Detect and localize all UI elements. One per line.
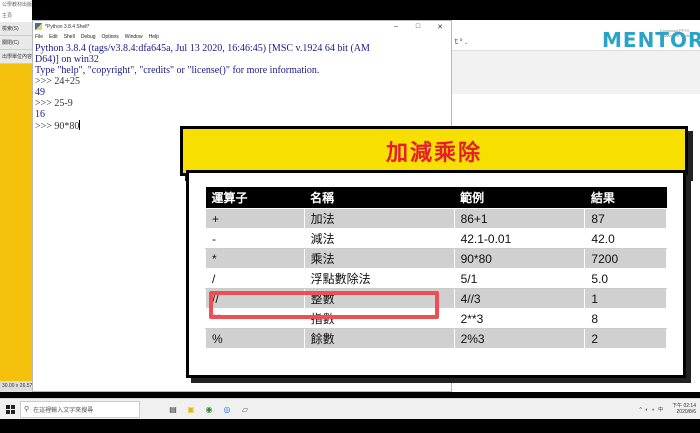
cell-result: 87 — [584, 208, 667, 229]
slide-title: 加減乘除 — [385, 141, 482, 166]
cell-example: 90*80 — [453, 248, 586, 269]
menu-help[interactable]: Help — [149, 34, 159, 40]
menu-options[interactable]: Options — [102, 34, 119, 40]
shell-output[interactable]: Python 3.8.4 (tags/v3.8.4:dfa645a, Jul 1… — [33, 41, 451, 134]
shell-line: 49 — [35, 87, 45, 98]
cell-result: 42.0 — [584, 228, 667, 249]
slide-title-banner: 加減乘除 — [180, 126, 688, 176]
background-text-fragment: t°. — [454, 38, 469, 47]
browser-icon[interactable]: ◉ — [200, 401, 218, 418]
menu-window[interactable]: Window — [125, 34, 143, 40]
menu-file[interactable]: File — [35, 34, 43, 40]
cell-example: 2%3 — [453, 328, 586, 349]
shell-line: >>> 24+25 — [35, 76, 81, 87]
cell-name: 加法 — [303, 208, 455, 229]
table-header-row: 運算子 名稱 範例 結果 — [205, 187, 667, 209]
header-operator: 運算子 — [205, 187, 305, 209]
cell-name: 減法 — [303, 228, 455, 249]
shell-input[interactable]: >>> 90*80 — [35, 121, 79, 132]
header-example: 範例 — [454, 187, 585, 209]
table-row: / 浮點數除法 5/1 5.0 — [205, 268, 667, 289]
desktop-item-list: 檢索(S) 關閉(C) 出學單位內容 — [0, 22, 32, 64]
multiplication-highlight-box — [209, 291, 439, 319]
table-row: - 減法 42.1-0.01 42.0 — [205, 228, 667, 249]
shell-line: Type "help", "copyright", "credits" or "… — [35, 65, 320, 76]
maximize-icon[interactable]: □ — [407, 23, 429, 31]
desktop-status: 30.00 x 26.57 公分 — [0, 381, 32, 392]
windows-icon — [5, 404, 15, 414]
taskbar-apps: ▤ ▣ ◉ ◎ ▱ — [164, 401, 254, 418]
text-cursor — [79, 120, 81, 130]
cell-example: 2**3 — [453, 308, 586, 329]
app-icon[interactable]: ▱ — [236, 401, 254, 418]
system-tray: ^ ◐ ◗ 中 下午 02:14 2020/8/6 — [640, 403, 700, 415]
search-placeholder: 在這裡輸入文字來搜尋 — [33, 407, 94, 414]
menu-debug[interactable]: Debug — [81, 34, 96, 40]
logo-subtitle: Download PPTX Classroom Tools — [660, 28, 690, 38]
taskbar: ⚲ 在這裡輸入文字來搜尋 ▤ ▣ ◉ ◎ ▱ ^ ◐ ◗ 中 下午 02:14 … — [0, 398, 700, 419]
shell-line: Python 3.8.4 (tags/v3.8.4:dfa645a, Jul 1… — [35, 43, 370, 54]
chrome-icon[interactable]: ◎ — [218, 401, 236, 418]
table-row: % 餘數 2%3 2 — [205, 328, 667, 349]
search-icon: ⚲ — [24, 406, 30, 413]
cell-result: 5.0 — [584, 268, 667, 289]
cell-result: 8 — [584, 308, 667, 329]
cell-example: 86+1 — [453, 208, 586, 229]
minimize-icon[interactable]: – — [385, 23, 407, 31]
cell-operator: + — [205, 208, 305, 229]
cell-result: 7200 — [584, 248, 667, 269]
desktop-title: 公學教材出版 主頁 — [0, 0, 32, 22]
header-result: 結果 — [584, 187, 667, 209]
table-row: * 乘法 90*80 7200 — [205, 248, 667, 269]
desktop-left-strip: 公學教材出版 主頁 檢索(S) 關閉(C) 出學單位內容 30.00 x 26.… — [0, 0, 32, 392]
idle-window-title: *Python 3.8.4 Shell* — [45, 23, 90, 30]
cell-operator: % — [205, 328, 305, 349]
background-panel — [452, 50, 700, 94]
cell-result: 1 — [584, 288, 667, 309]
cell-operator: / — [205, 268, 305, 289]
file-explorer-icon[interactable]: ▣ — [182, 401, 200, 418]
clock-date: 2020/8/6 — [676, 409, 696, 415]
menu-shell[interactable]: Shell — [64, 34, 75, 40]
tray-icons[interactable]: ^ ◐ ◗ 中 — [640, 406, 665, 413]
start-button[interactable] — [0, 399, 20, 420]
close-icon[interactable]: ✕ — [429, 23, 451, 31]
header-name: 名稱 — [304, 187, 455, 209]
desktop-item[interactable]: 檢索(S) — [0, 22, 32, 36]
lesson-slide: 加減乘除 運算子 名稱 範例 結果 + 加法 86+1 87 - 減法 42.1… — [180, 126, 692, 378]
shell-line: >>> 25-9 — [35, 98, 73, 109]
shell-line: D64)] on win32 — [35, 54, 99, 65]
clock[interactable]: 下午 02:14 2020/8/6 — [672, 403, 696, 415]
cell-result: 2 — [584, 328, 667, 349]
cell-name: 浮點數除法 — [303, 268, 455, 289]
cell-example: 4//3 — [453, 288, 586, 309]
cell-name: 乘法 — [303, 248, 455, 269]
task-view-icon[interactable]: ▤ — [164, 401, 182, 418]
cell-operator: * — [205, 248, 305, 269]
desktop-item[interactable]: 關閉(C) — [0, 36, 32, 50]
cell-example: 42.1-0.01 — [453, 228, 586, 249]
python-icon — [35, 23, 42, 30]
table-row: + 加法 86+1 87 — [205, 208, 667, 229]
cell-operator: - — [205, 228, 305, 249]
shell-line: 16 — [35, 109, 45, 120]
menu-edit[interactable]: Edit — [49, 34, 58, 40]
idle-titlebar[interactable]: *Python 3.8.4 Shell* – □ ✕ — [33, 21, 451, 32]
operator-table: 運算子 名稱 範例 結果 + 加法 86+1 87 - 減法 42.1-0.01 — [205, 187, 667, 349]
taskbar-search-input[interactable]: ⚲ 在這裡輸入文字來搜尋 — [20, 400, 140, 418]
cell-example: 5/1 — [453, 268, 586, 289]
idle-menubar: File Edit Shell Debug Options Window Hel… — [33, 32, 451, 41]
desktop-item[interactable]: 出學單位內容 — [0, 50, 32, 64]
slide-table-panel: 運算子 名稱 範例 結果 + 加法 86+1 87 - 減法 42.1-0.01 — [186, 170, 686, 378]
cell-name: 餘數 — [303, 328, 455, 349]
